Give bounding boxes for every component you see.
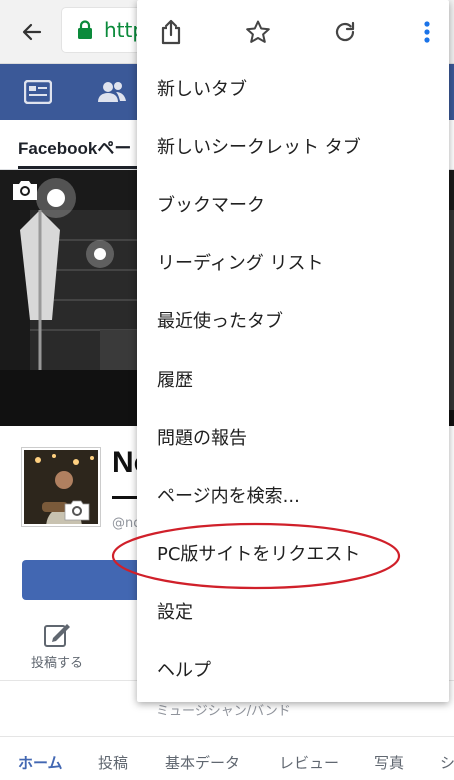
menu-item-help[interactable]: ヘルプ <box>137 640 449 698</box>
star-icon <box>246 20 270 43</box>
tab-about[interactable]: 基本データ <box>165 752 240 773</box>
menu-item-report-issue[interactable]: 問題の報告 <box>137 408 449 466</box>
reload-icon <box>335 21 355 42</box>
page-tab-underline <box>18 166 138 169</box>
camera-icon[interactable] <box>10 178 40 202</box>
tab-home[interactable]: ホーム <box>18 752 63 773</box>
menu-item-find-in-page[interactable]: ページ内を検索... <box>137 466 449 524</box>
post-button[interactable]: 投稿する <box>22 622 92 672</box>
page-category: ミュージシャン/バンド <box>156 704 291 719</box>
post-button-label: 投稿する <box>30 656 83 671</box>
edit-icon <box>44 624 70 647</box>
back-arrow-icon <box>22 23 42 41</box>
primary-action-button[interactable] <box>22 560 152 600</box>
share-button[interactable] <box>153 14 189 50</box>
menu-header <box>137 0 449 62</box>
more-vert-icon <box>424 21 430 43</box>
reload-button[interactable] <box>327 14 363 50</box>
avatar-camera-icon[interactable] <box>62 498 92 522</box>
tab-photos[interactable]: 写真 <box>374 752 404 773</box>
menu-item-recent-tabs[interactable]: 最近使ったタブ <box>137 291 449 349</box>
tab-reviews[interactable]: レビュー <box>279 752 339 773</box>
news-feed-tab[interactable] <box>20 74 56 110</box>
menu-item-reading-list[interactable]: リーディング リスト <box>137 233 449 291</box>
page-tabs: ホーム 投稿 基本データ レビュー 写真 シ <box>0 744 454 780</box>
back-button[interactable] <box>14 14 50 50</box>
friends-icon <box>98 82 126 102</box>
menu-item-settings[interactable]: 設定 <box>137 582 449 640</box>
menu-item-new-incognito-tab[interactable]: 新しいシークレット タブ <box>137 117 449 175</box>
browser-overflow-menu: 新しいタブ 新しいシークレット タブ ブックマーク リーディング リスト 最近使… <box>137 0 449 702</box>
friends-tab[interactable] <box>94 74 130 110</box>
page-tab-label[interactable]: Facebookペー <box>18 134 131 159</box>
news-feed-icon <box>24 80 52 104</box>
more-menu-button[interactable] <box>409 14 445 50</box>
menu-item-request-desktop-site[interactable]: PC版サイトをリクエスト <box>137 524 449 582</box>
lock-icon <box>78 20 92 39</box>
screen: http Facebookペー No @no 投稿する ミュージシャン/バンド … <box>0 0 454 780</box>
bookmark-star-button[interactable] <box>240 14 276 50</box>
divider <box>0 736 454 737</box>
tab-posts[interactable]: 投稿 <box>98 752 128 773</box>
share-icon <box>161 19 181 45</box>
menu-item-new-tab[interactable]: 新しいタブ <box>137 59 449 117</box>
menu-item-bookmarks[interactable]: ブックマーク <box>137 175 449 233</box>
menu-item-history[interactable]: 履歴 <box>137 350 449 408</box>
tab-more[interactable]: シ <box>440 752 454 773</box>
